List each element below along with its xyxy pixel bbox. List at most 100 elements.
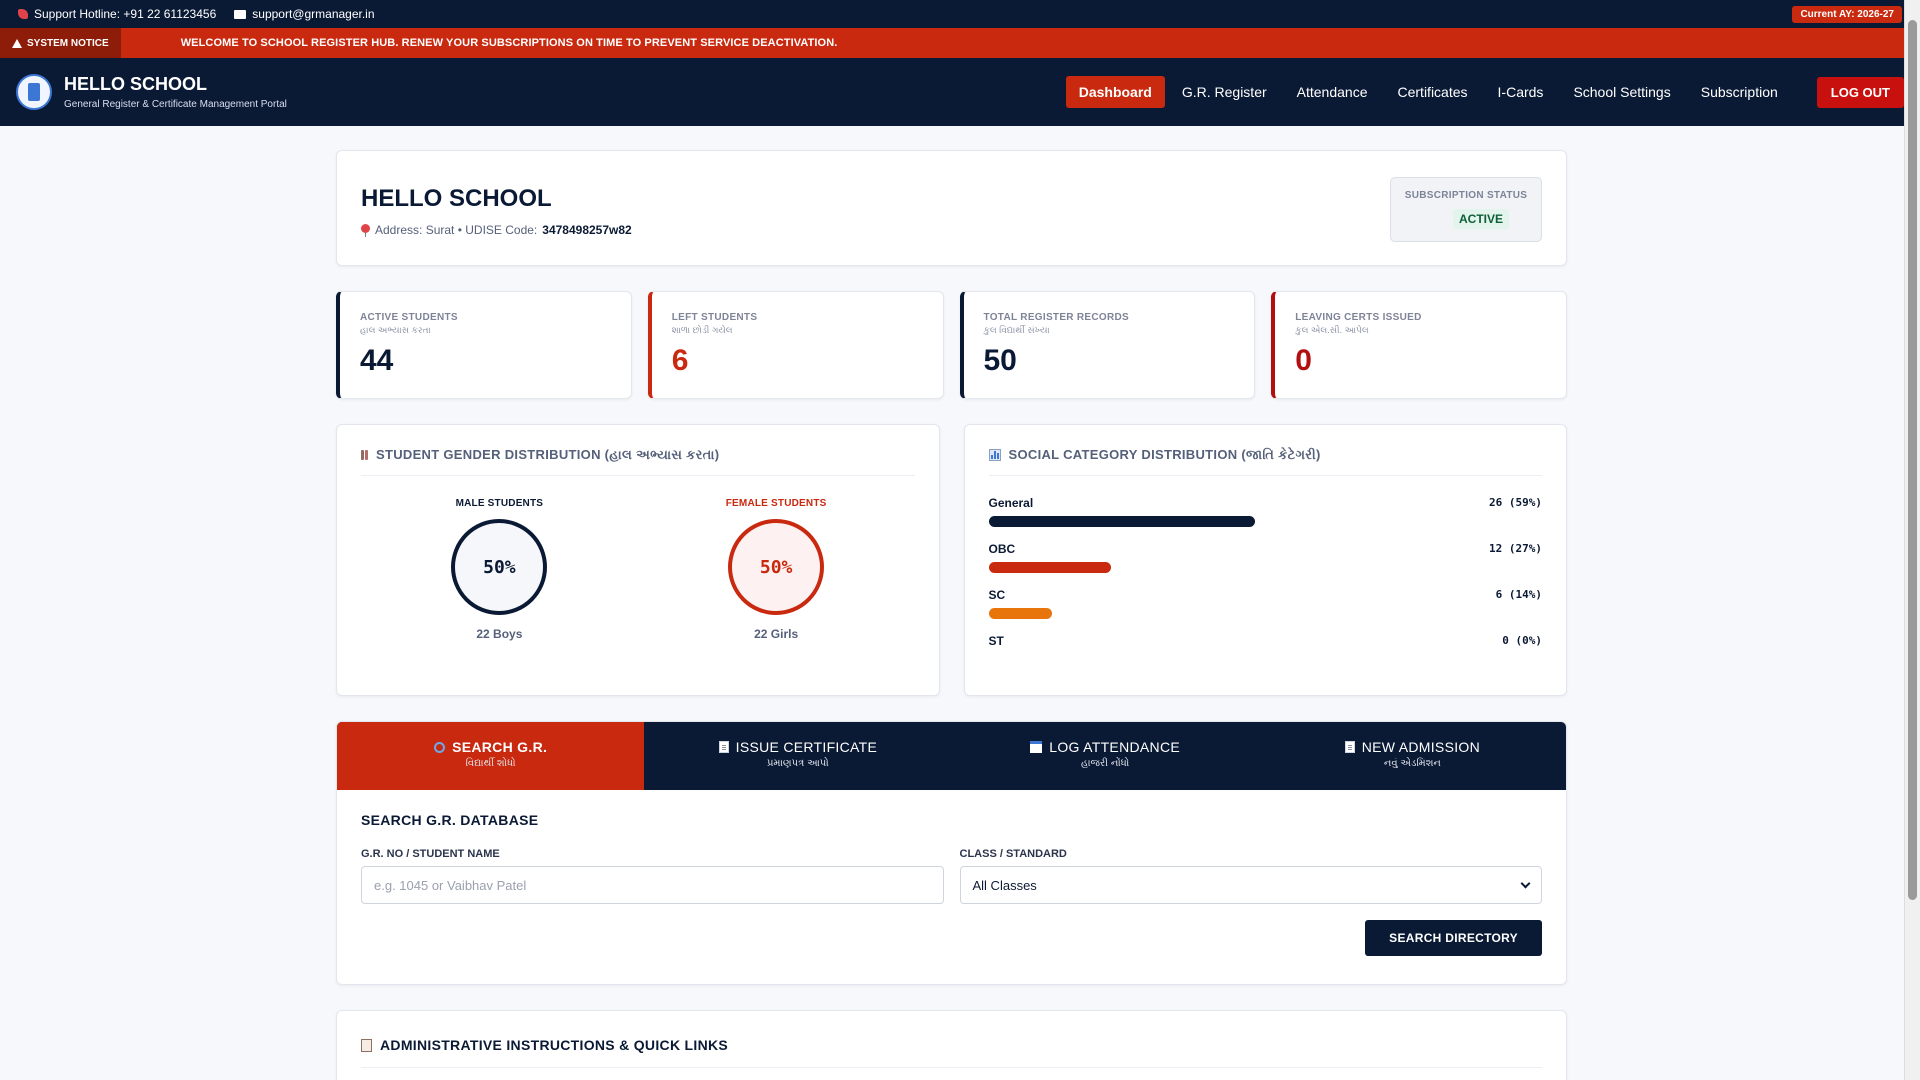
stats-row: ACTIVE STUDENTS હાલ અભ્યાસ કરતા 44 LEFT …: [336, 291, 1567, 399]
stat-label: LEAVING CERTS ISSUED: [1295, 312, 1422, 323]
system-notice-bar: SYSTEM NOTICE WELCOME TO SCHOOL REGISTER…: [0, 28, 1920, 58]
search-fields: G.R. NO / STUDENT NAME CLASS / STANDARD …: [361, 848, 1542, 904]
category-name: General: [988, 496, 1034, 510]
tab-gujarati-label: હાજરી નોંધો: [1080, 758, 1130, 769]
brand[interactable]: HELLO SCHOOL General Register & Certific…: [16, 74, 287, 110]
gender-title-text: STUDENT GENDER DISTRIBUTION (હાલ અભ્યાસ …: [376, 447, 720, 462]
search-panel-title: SEARCH G.R. DATABASE: [361, 812, 539, 828]
gr-name-label: G.R. NO / STUDENT NAME: [361, 848, 500, 860]
chevron-down-icon: [1520, 878, 1531, 888]
search-panel: SEARCH G.R. DATABASE G.R. NO / STUDENT N…: [337, 790, 1566, 978]
stat-gujarati-label: હાલ અભ્યાસ કરતા: [360, 325, 431, 335]
stat-card-left-students: LEFT STUDENTS શાળા છોડી ગયેલ 6: [647, 291, 944, 399]
category-obc: OBC 12 (27%): [988, 542, 1542, 573]
people-icon: [361, 450, 368, 460]
category-value: 26 (59%): [1489, 496, 1542, 509]
nav-icards[interactable]: I-Cards: [1485, 76, 1557, 108]
male-students-label: MALE STUDENTS: [455, 498, 544, 509]
class-field: CLASS / STANDARD All Classes: [959, 848, 1542, 904]
system-notice-tag: SYSTEM NOTICE: [0, 28, 121, 58]
nav-gr-register[interactable]: G.R. Register: [1169, 76, 1280, 108]
support-email-text: support@grmanager.in: [252, 7, 375, 21]
clipboard-icon: [361, 1038, 372, 1052]
stat-label: TOTAL REGISTER RECORDS: [983, 312, 1130, 323]
class-select[interactable]: All Classes: [959, 866, 1542, 904]
bar-chart-icon: [988, 449, 1001, 461]
tab-gujarati-label: નવું એડમિશન: [1383, 758, 1441, 769]
category-name: SC: [988, 588, 1006, 602]
category-bar: [988, 562, 1111, 573]
stat-gujarati-label: કુલ વિદ્યાર્થી સંખ્યા: [983, 325, 1050, 335]
document-icon: [718, 741, 729, 753]
udise-code: 3478498257w82: [542, 223, 632, 237]
academic-year-badge: Current AY: 2026-27: [1792, 5, 1902, 23]
stat-value: 0: [1295, 344, 1312, 377]
nav-menu: Dashboard G.R. Register Attendance Certi…: [1065, 76, 1904, 108]
main-navbar: HELLO SCHOOL General Register & Certific…: [0, 58, 1920, 126]
subscription-status-badge: ACTIVE: [1452, 209, 1509, 229]
tab-gujarati-label: પ્રમાણપત્ર આપો: [766, 758, 829, 769]
tab-gujarati-label: વિદ્યાર્થી શોધો: [465, 758, 516, 769]
tab-label: SEARCH G.R.: [452, 739, 548, 755]
action-tabs: SEARCH G.R. વિદ્યાર્થી શોધો ISSUE CERTIF…: [337, 722, 1566, 790]
tab-issue-certificate[interactable]: ISSUE CERTIFICATE પ્રમાણપત્ર આપો: [644, 722, 951, 790]
warning-icon: [12, 38, 22, 48]
school-info-card: HELLO SCHOOL Address: Surat • UDISE Code…: [336, 150, 1567, 266]
brand-subtitle: General Register & Certificate Managemen…: [64, 99, 287, 110]
social-category-title: SOCIAL CATEGORY DISTRIBUTION (જાતિ કેટેગ…: [988, 447, 1542, 476]
female-count: 22 Girls: [754, 627, 799, 641]
charts-row: STUDENT GENDER DISTRIBUTION (હાલ અભ્યાસ …: [336, 424, 1567, 696]
scrollbar-thumb[interactable]: [1908, 20, 1917, 900]
gr-name-field: G.R. NO / STUDENT NAME: [361, 848, 944, 904]
gender-distribution-title: STUDENT GENDER DISTRIBUTION (હાલ અભ્યાસ …: [361, 447, 915, 476]
stat-card-active-students: ACTIVE STUDENTS હાલ અભ્યાસ કરતા 44: [336, 291, 632, 399]
subscription-status-label: SUBSCRIPTION STATUS: [1404, 190, 1528, 201]
category-value: 6 (14%): [1495, 588, 1542, 601]
nav-attendance[interactable]: Attendance: [1284, 76, 1381, 108]
stat-value: 50: [983, 344, 1017, 377]
form-icon: [1344, 741, 1355, 753]
gender-row: MALE STUDENTS 50% 22 Boys FEMALE STUDENT…: [361, 498, 915, 641]
support-bar: Support Hotline: +91 22 61123456 support…: [0, 0, 1920, 28]
search-directory-button[interactable]: SEARCH DIRECTORY: [1365, 920, 1542, 956]
page-scrollbar[interactable]: [1904, 0, 1920, 1080]
admin-instructions-title: ADMINISTRATIVE INSTRUCTIONS & QUICK LINK…: [361, 1037, 1542, 1068]
tab-label: LOG ATTENDANCE: [1049, 739, 1180, 755]
system-notice-label: SYSTEM NOTICE: [27, 37, 109, 49]
school-logo-icon: [16, 74, 52, 110]
school-name: HELLO SCHOOL: [361, 185, 552, 212]
calendar-icon: [1030, 741, 1043, 753]
stat-card-leaving-certs: LEAVING CERTS ISSUED કુલ એલ.સી. આપેલ 0: [1271, 291, 1567, 399]
female-percentage-ring: 50%: [728, 519, 825, 615]
nav-dashboard[interactable]: Dashboard: [1065, 76, 1165, 108]
female-students: FEMALE STUDENTS 50% 22 Girls: [696, 498, 856, 641]
gr-name-input[interactable]: [361, 866, 944, 904]
category-bar: [988, 608, 1052, 619]
nav-school-settings[interactable]: School Settings: [1560, 76, 1683, 108]
stat-label: ACTIVE STUDENTS: [360, 312, 458, 323]
stat-value: 44: [360, 344, 394, 377]
hotline-text: Support Hotline: +91 22 61123456: [34, 7, 217, 21]
class-label: CLASS / STANDARD: [959, 848, 1067, 860]
male-students: MALE STUDENTS 50% 22 Boys: [419, 498, 579, 641]
stat-value: 6: [671, 344, 689, 377]
tab-search-gr[interactable]: SEARCH G.R. વિદ્યાર્થી શોધો: [337, 722, 645, 790]
support-email[interactable]: support@grmanager.in: [234, 7, 375, 21]
action-tabs-card: SEARCH G.R. વિદ્યાર્થી શોધો ISSUE CERTIF…: [336, 721, 1567, 985]
stat-gujarati-label: કુલ એલ.સી. આપેલ: [1295, 325, 1369, 335]
category-sc: SC 6 (14%): [988, 588, 1542, 619]
dashboard-content: HELLO SCHOOL Address: Surat • UDISE Code…: [336, 150, 1567, 1080]
nav-certificates[interactable]: Certificates: [1385, 76, 1481, 108]
tab-new-admission[interactable]: NEW ADMISSION નવું એડમિશન: [1259, 722, 1566, 790]
category-st: ST 0 (0%): [989, 634, 1543, 665]
tab-log-attendance[interactable]: LOG ATTENDANCE હાજરી નોંધો: [952, 722, 1259, 790]
category-name: ST: [988, 634, 1004, 648]
social-category-list: General 26 (59%) OBC 12 (27%) SC 6 (14%) ST…: [988, 496, 1543, 665]
category-bar: [988, 516, 1255, 527]
female-students-label: FEMALE STUDENTS: [725, 498, 827, 509]
subscription-status-box: SUBSCRIPTION STATUS ACTIVE: [1390, 177, 1542, 242]
logout-button[interactable]: LOG OUT: [1816, 76, 1904, 108]
nav-subscription[interactable]: Subscription: [1688, 76, 1791, 108]
category-name: OBC: [988, 542, 1016, 556]
category-general: General 26 (59%): [988, 496, 1542, 527]
